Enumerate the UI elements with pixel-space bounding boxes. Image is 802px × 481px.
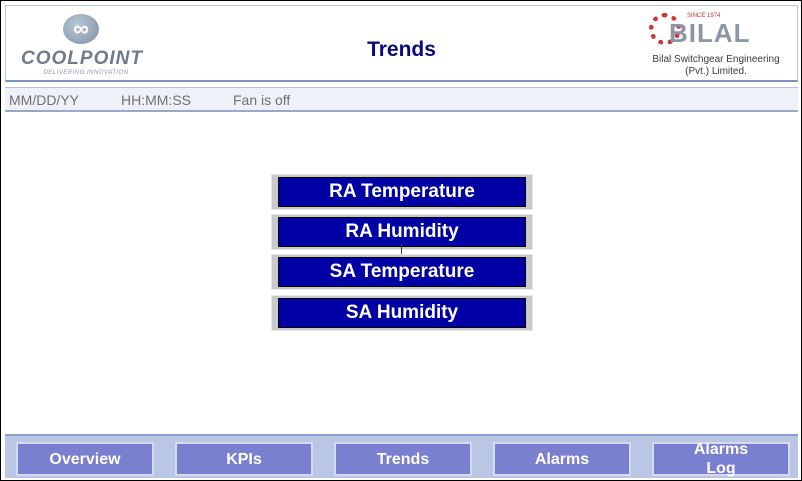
- date-display: MM/DD/YY: [9, 92, 79, 108]
- nav-trends-button[interactable]: Trends: [334, 442, 472, 476]
- ra-temperature-button[interactable]: RA Temperature: [271, 174, 533, 210]
- coolpoint-tagline: DELIVERING INNOVATION: [43, 70, 129, 76]
- trend-button-label: RA Humidity: [278, 217, 526, 247]
- trend-button-label: SA Humidity: [278, 298, 526, 328]
- bilal-company-line2: (Pvt.) Limited.: [685, 66, 747, 77]
- nav-alarms-log-button[interactable]: Alarms Log: [652, 441, 790, 477]
- bottom-nav: Overview KPIs Trends Alarms Alarms Log: [5, 434, 798, 478]
- trend-button-label: RA Temperature: [278, 177, 526, 207]
- ra-humidity-button[interactable]: RA Humidity: [271, 214, 533, 250]
- app-window: COOLPOINT DELIVERING INNOVATION Trends S…: [0, 0, 802, 481]
- nav-overview-button[interactable]: Overview: [16, 442, 154, 476]
- bilal-brand: BILAL: [669, 18, 751, 48]
- nav-alarms-button[interactable]: Alarms: [493, 442, 631, 476]
- nav-kpis-button[interactable]: KPIs: [175, 442, 313, 476]
- fan-status: Fan is off: [233, 92, 291, 108]
- header: COOLPOINT DELIVERING INNOVATION Trends S…: [5, 5, 798, 82]
- trend-button-label: SA Temperature: [278, 257, 526, 287]
- sa-temperature-button[interactable]: SA Temperature: [271, 254, 533, 290]
- time-display: HH:MM:SS: [121, 92, 191, 108]
- sa-humidity-button[interactable]: SA Humidity: [271, 295, 533, 331]
- bilal-logo: SINCE 1974 BILAL Bilal Switchgear Engine…: [641, 10, 791, 80]
- bilal-company-line1: Bilal Switchgear Engineering: [652, 54, 780, 65]
- status-bar: MM/DD/YY HH:MM:SS Fan is off: [5, 87, 798, 112]
